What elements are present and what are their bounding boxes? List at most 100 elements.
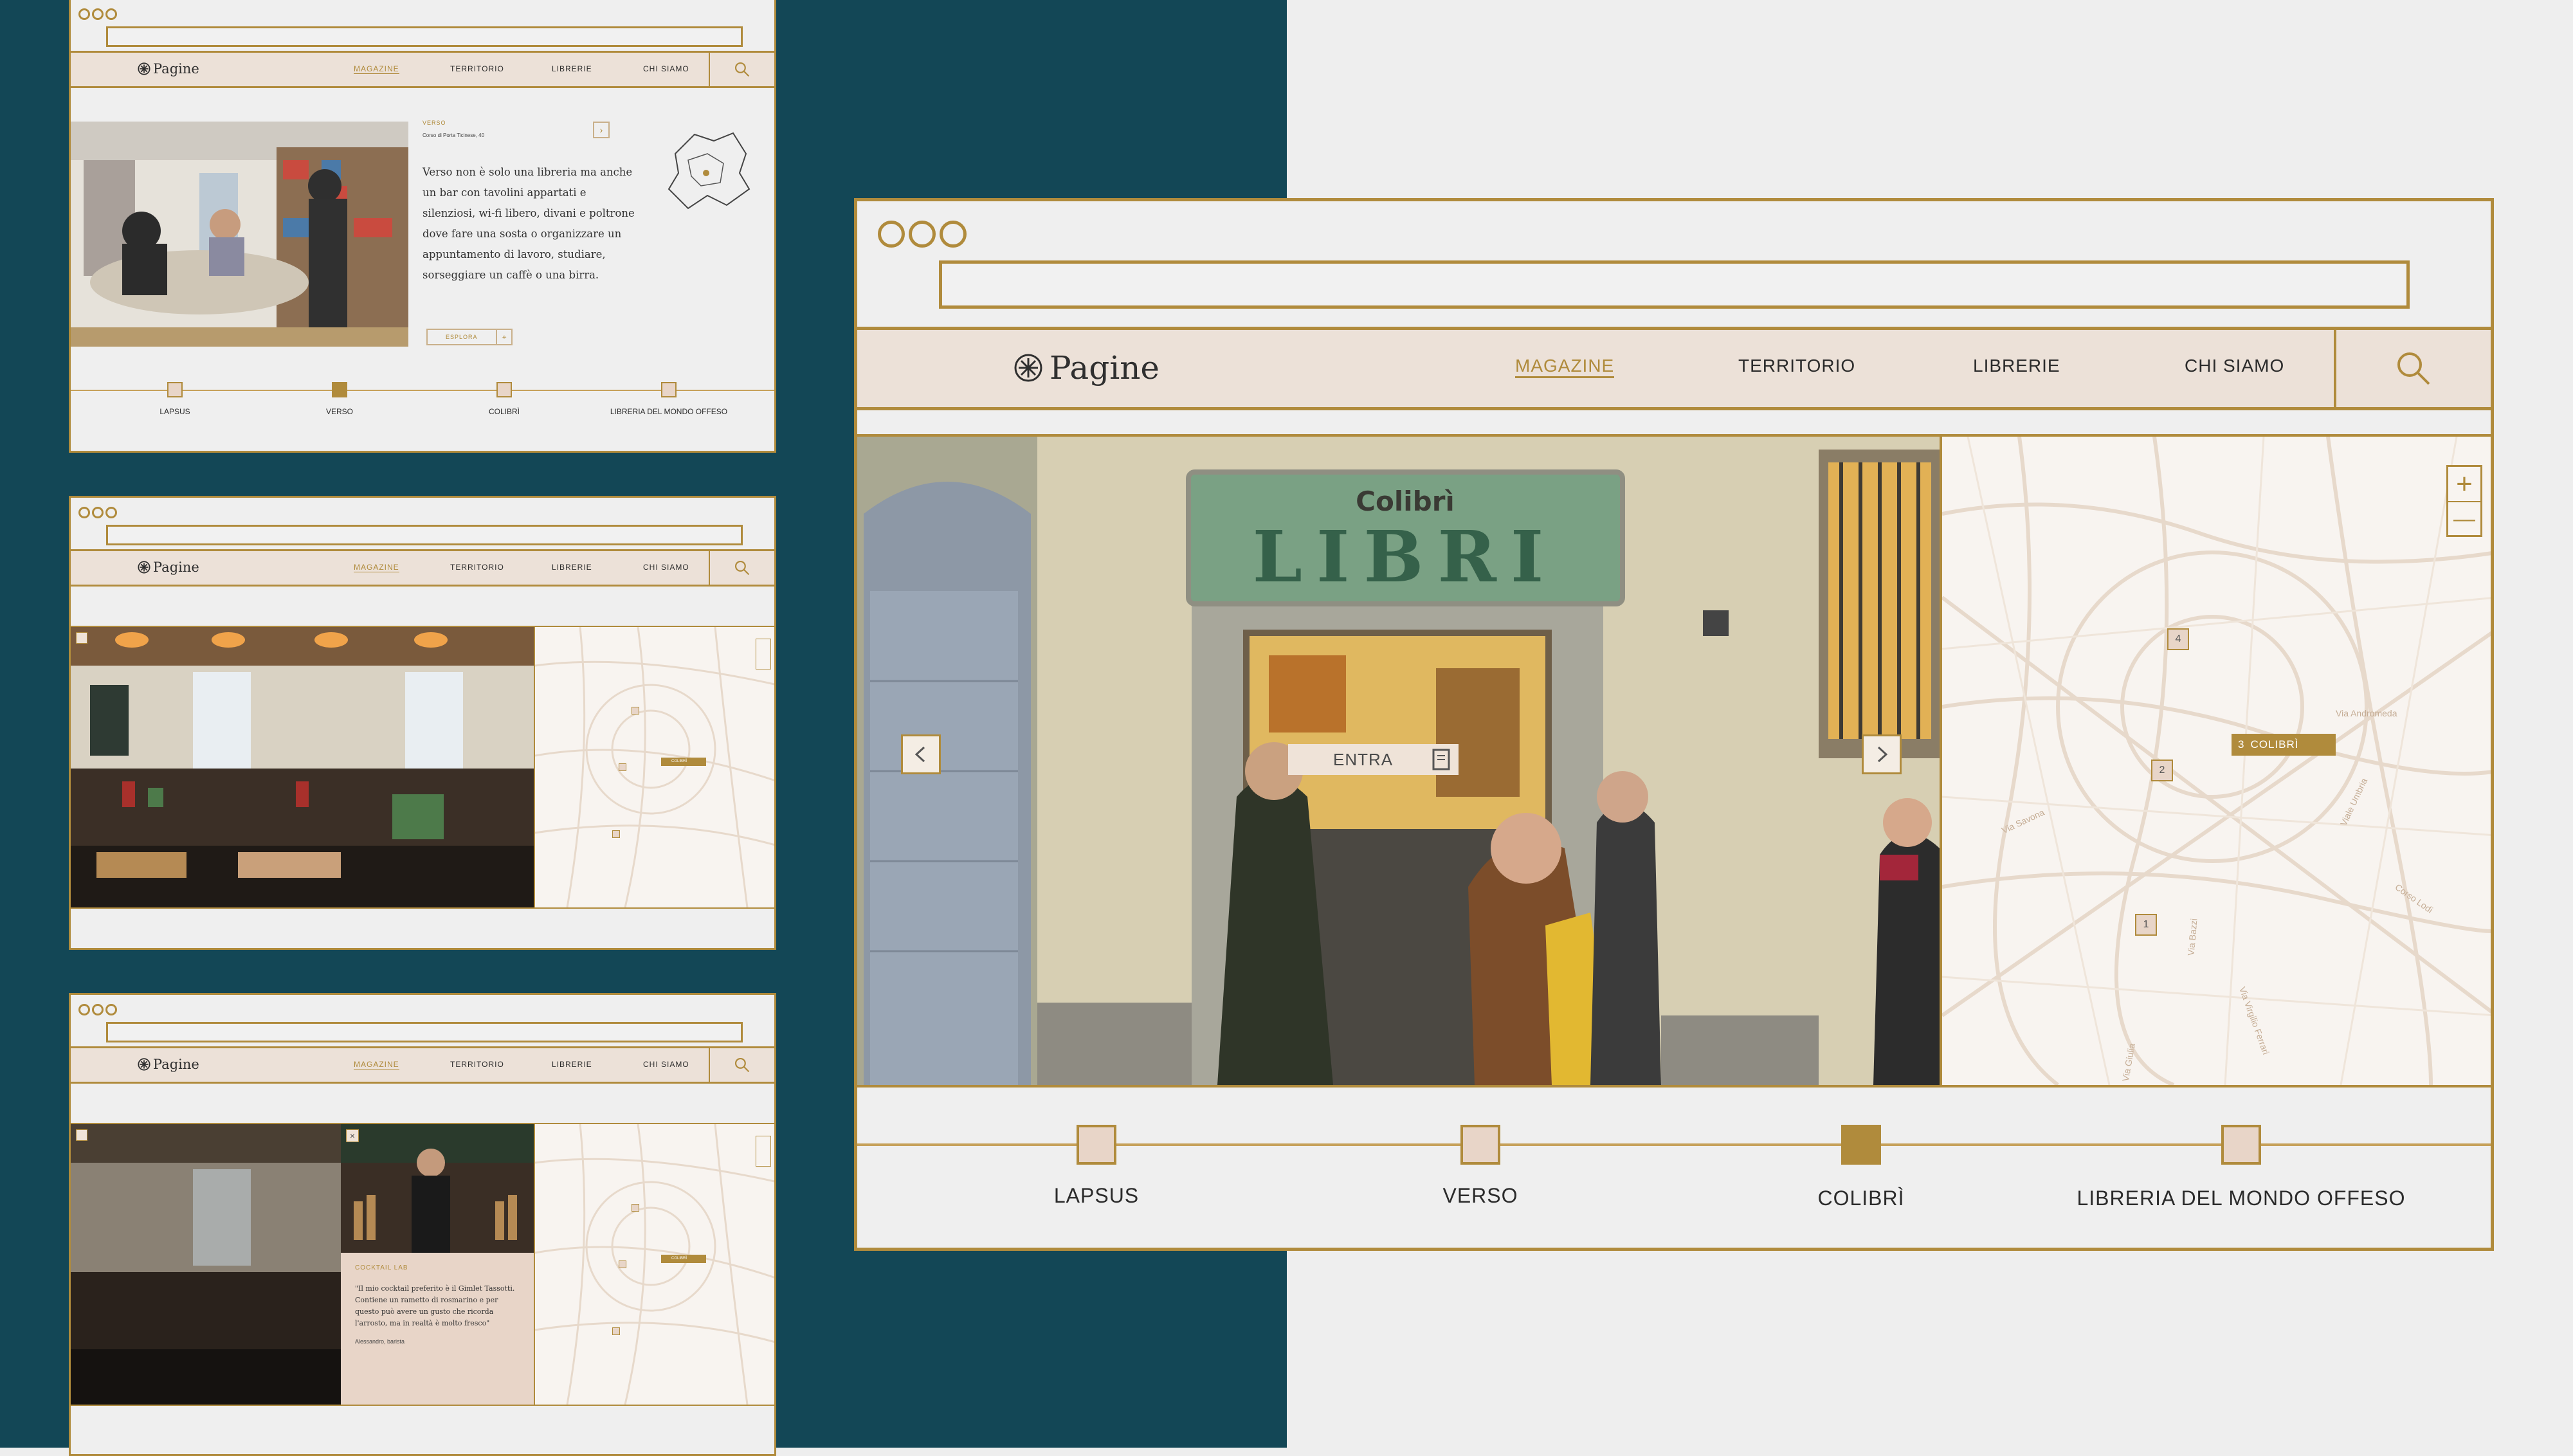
site-header: Pagine MAGAZINE TERRITORIO LIBRERIE CHI … bbox=[71, 551, 774, 587]
window-minimize-dot[interactable] bbox=[92, 8, 104, 20]
brand-logo[interactable]: Pagine bbox=[1014, 349, 1159, 387]
nav-chi-siamo[interactable]: CHI SIAMO bbox=[643, 64, 689, 73]
map-pin[interactable] bbox=[612, 830, 620, 838]
prev-arrow-button[interactable] bbox=[901, 734, 941, 774]
address-bar[interactable] bbox=[939, 260, 2410, 309]
window-controls bbox=[878, 221, 967, 248]
map-pin-1[interactable]: 1 bbox=[2135, 914, 2157, 936]
brand-logo[interactable]: Pagine bbox=[138, 61, 199, 77]
window-close-dot[interactable] bbox=[878, 221, 905, 248]
enter-button-label: ENTRA bbox=[1333, 749, 1394, 769]
nav-librerie[interactable]: LIBRERIE bbox=[1973, 356, 2060, 376]
window-close-dot[interactable] bbox=[78, 8, 90, 20]
nav-magazine[interactable]: MAGAZINE bbox=[354, 64, 399, 74]
search-button[interactable] bbox=[2334, 330, 2491, 407]
timeline-stop-lapsus[interactable] bbox=[1077, 1125, 1116, 1165]
timeline-stop-mondo-offeso[interactable] bbox=[2221, 1125, 2261, 1165]
site-header: Pagine MAGAZINE TERRITORIO LIBRERIE CHI … bbox=[71, 1048, 774, 1084]
brand-logo[interactable]: Pagine bbox=[138, 1057, 199, 1072]
window-close-dot[interactable] bbox=[78, 1004, 90, 1015]
search-button[interactable] bbox=[709, 1048, 774, 1082]
map-streets bbox=[535, 627, 774, 907]
map-pin[interactable] bbox=[632, 707, 639, 714]
nav-chi-siamo[interactable]: CHI SIAMO bbox=[643, 1060, 689, 1069]
book-icon bbox=[1432, 749, 1450, 770]
enter-button[interactable]: ENTRA bbox=[1288, 744, 1459, 775]
window-maximize-dot[interactable] bbox=[105, 1004, 117, 1015]
map-pin-4[interactable]: 4 bbox=[2167, 628, 2189, 650]
city-map[interactable]: COLIBRÌ bbox=[534, 1124, 774, 1405]
nav-territorio[interactable]: TERRITORIO bbox=[450, 563, 504, 572]
timeline-label-mondo-offeso[interactable]: LIBRERIA DEL MONDO OFFESO bbox=[610, 407, 727, 416]
map-streets bbox=[1942, 437, 2491, 1085]
address-bar[interactable] bbox=[106, 1022, 743, 1042]
timeline-stop-lapsus[interactable] bbox=[167, 382, 183, 397]
window-minimize-dot[interactable] bbox=[92, 507, 104, 518]
timeline-stop-verso[interactable] bbox=[1460, 1125, 1500, 1165]
timeline-label-mondo-offeso[interactable]: LIBRERIA DEL MONDO OFFESO bbox=[2077, 1187, 2405, 1210]
window-maximize-dot[interactable] bbox=[105, 8, 117, 20]
map-zoom-controls[interactable] bbox=[756, 1136, 771, 1167]
nav-magazine[interactable]: MAGAZINE bbox=[354, 1060, 399, 1069]
timeline-label-lapsus[interactable]: LAPSUS bbox=[1054, 1184, 1139, 1208]
nav-territorio[interactable]: TERRITORIO bbox=[450, 1060, 504, 1069]
city-map[interactable]: + — 4 2 1 3 COLIBRÌ Via Andromeda Via Sa… bbox=[1940, 437, 2491, 1085]
explore-button[interactable]: ESPLORA ⌖ bbox=[426, 329, 513, 345]
window-maximize-dot[interactable] bbox=[940, 221, 967, 248]
content-bottom-rule bbox=[71, 907, 774, 909]
window-minimize-dot[interactable] bbox=[92, 1004, 104, 1015]
next-arrow-button[interactable] bbox=[1862, 734, 1902, 774]
nav-chi-siamo[interactable]: CHI SIAMO bbox=[643, 563, 689, 572]
nav-chi-siamo[interactable]: CHI SIAMO bbox=[2185, 356, 2284, 376]
city-outline-map bbox=[668, 132, 750, 210]
brand-name: Pagine bbox=[153, 1057, 199, 1072]
city-map[interactable]: COLIBRÌ bbox=[534, 627, 774, 907]
expand-button[interactable]: › bbox=[593, 122, 610, 138]
zoom-in-button[interactable]: + bbox=[2448, 467, 2480, 502]
map-pin-selected[interactable]: COLIBRÌ bbox=[661, 758, 706, 766]
map-zoom-controls[interactable] bbox=[756, 639, 771, 669]
timeline-label-lapsus[interactable]: LAPSUS bbox=[159, 407, 190, 416]
collapse-icon[interactable] bbox=[76, 632, 87, 644]
nav-magazine[interactable]: MAGAZINE bbox=[354, 563, 399, 572]
nav-librerie[interactable]: LIBRERIE bbox=[552, 1060, 592, 1069]
window-minimize-dot[interactable] bbox=[909, 221, 936, 248]
brand-logo[interactable]: Pagine bbox=[138, 560, 199, 575]
zoom-out-button[interactable]: — bbox=[2448, 502, 2480, 536]
map-pin[interactable] bbox=[619, 763, 626, 771]
timeline-stop-colibri[interactable] bbox=[1841, 1125, 1881, 1165]
site-header: Pagine MAGAZINE TERRITORIO LIBRERIE CHI … bbox=[71, 53, 774, 88]
thumbnail-browser-cocktail: Pagine MAGAZINE TERRITORIO LIBRERIE CHI … bbox=[69, 993, 776, 1456]
nav-librerie[interactable]: LIBRERIE bbox=[552, 64, 592, 73]
map-pin-selected[interactable]: 3 COLIBRÌ bbox=[2232, 734, 2336, 756]
asterisk-logo-icon bbox=[1014, 354, 1042, 382]
map-pin[interactable] bbox=[612, 1327, 620, 1335]
timeline-stop-mondo-offeso[interactable] bbox=[661, 382, 677, 397]
timeline-stop-colibri[interactable] bbox=[496, 382, 512, 397]
timeline-label-verso[interactable]: VERSO bbox=[1442, 1184, 1518, 1208]
nav-territorio[interactable]: TERRITORIO bbox=[450, 64, 504, 73]
search-icon bbox=[734, 1057, 750, 1073]
map-pin-2[interactable]: 2 bbox=[2151, 760, 2173, 781]
window-close-dot[interactable] bbox=[78, 507, 90, 518]
nav-magazine[interactable]: MAGAZINE bbox=[1515, 356, 1615, 378]
collapse-icon[interactable] bbox=[76, 1129, 87, 1141]
map-pin[interactable] bbox=[632, 1204, 639, 1212]
search-button[interactable] bbox=[709, 53, 774, 86]
nav-librerie[interactable]: LIBRERIE bbox=[552, 563, 592, 572]
timeline-label-verso[interactable]: VERSO bbox=[326, 407, 353, 416]
timeline-label-colibri[interactable]: COLIBRÌ bbox=[1817, 1187, 1904, 1210]
address-bar[interactable] bbox=[106, 26, 743, 47]
window-controls bbox=[78, 8, 117, 20]
close-icon[interactable]: × bbox=[346, 1129, 359, 1142]
cafe-interior-dimmed-photo bbox=[71, 1124, 341, 1405]
search-button[interactable] bbox=[709, 551, 774, 585]
window-maximize-dot[interactable] bbox=[105, 507, 117, 518]
map-pin[interactable] bbox=[619, 1260, 626, 1268]
nav-territorio[interactable]: TERRITORIO bbox=[1738, 356, 1855, 376]
map-pin-selected[interactable]: COLIBRÌ bbox=[661, 1255, 706, 1263]
timeline-label-colibri[interactable]: COLIBRÌ bbox=[489, 407, 520, 416]
timeline-stop-verso[interactable] bbox=[332, 382, 347, 397]
address-bar[interactable] bbox=[106, 525, 743, 545]
bartender-photo: × bbox=[341, 1124, 534, 1253]
